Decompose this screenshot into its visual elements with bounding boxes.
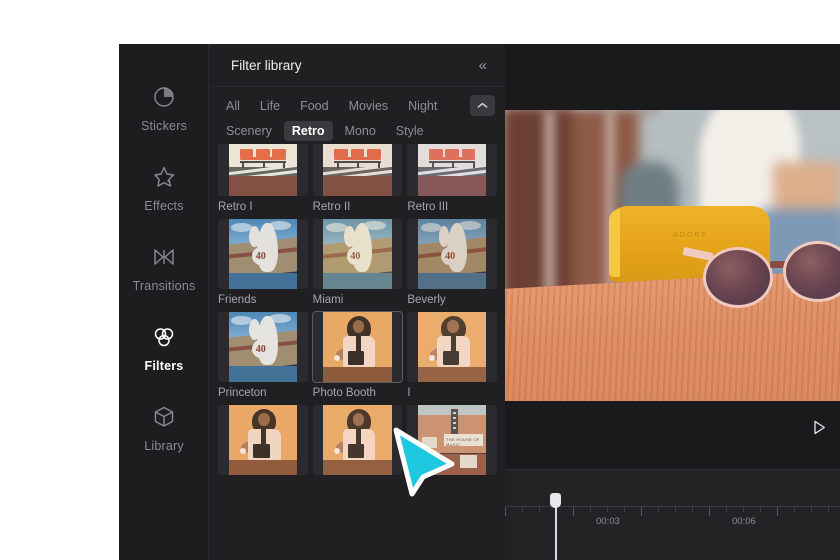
filter-item[interactable]: 40 Princeton [218, 312, 308, 399]
filter-item[interactable]: Photo Booth [311, 311, 404, 399]
filter-item[interactable]: 40 Beverly [407, 219, 497, 306]
filter-item[interactable] [218, 405, 308, 480]
filter-thumbnail[interactable]: 40 [407, 219, 497, 289]
category-tab-night[interactable]: Night [400, 96, 445, 116]
transition-bowtie-icon [151, 244, 177, 270]
page-title: Filter library [231, 57, 302, 73]
sidebar-item-library[interactable]: Library [119, 388, 209, 468]
timeline-time-label: 00:06 [732, 516, 756, 527]
filter-thumbnail[interactable] [218, 405, 308, 475]
category-tab-all[interactable]: All [218, 96, 248, 116]
sticker-icon [151, 84, 177, 110]
case-brand-text: ADORE [673, 231, 709, 239]
sidebar-item-transitions[interactable]: Transitions [119, 228, 209, 308]
filter-thumbnail[interactable] [311, 311, 404, 383]
sidebar-item-label: Effects [144, 198, 184, 213]
preview-controls [505, 403, 840, 469]
filter-grid-scroll[interactable]: Retro I Retro II Retro III 40 Friends 40 Miami… [210, 144, 505, 560]
preview-photo: ADORE [505, 110, 840, 401]
sidebar-item-effects[interactable]: Effects [119, 148, 209, 228]
category-tab-scenery[interactable]: Scenery [218, 121, 280, 141]
filter-thumbnail[interactable]: 40 [218, 312, 308, 382]
ruler-tick [760, 507, 761, 512]
double-chevron-left-icon[interactable]: « [476, 56, 488, 75]
playhead-marker-icon[interactable] [550, 493, 561, 560]
filter-thumbnail[interactable] [407, 144, 497, 196]
category-filter-tabs: All Life Food Movies Night Scenery Retro… [210, 87, 505, 152]
filter-item[interactable]: I [407, 312, 497, 399]
filter-label: Retro III [407, 201, 449, 213]
category-tab-style[interactable]: Style [388, 121, 432, 141]
filter-item[interactable]: 40 Friends [218, 219, 308, 306]
filter-thumbnail[interactable] [218, 144, 308, 196]
ruler-tick [811, 507, 812, 512]
category-tab-movies[interactable]: Movies [341, 96, 397, 116]
timeline[interactable]: 00:03 00:06 [505, 469, 840, 560]
video-preview-area: ADORE [505, 44, 840, 469]
filter-label: Retro II [312, 201, 351, 213]
filter-item[interactable] [312, 405, 403, 480]
filter-label: Princeton [218, 387, 267, 399]
play-triangle-icon[interactable] [813, 420, 826, 435]
filter-library-panel: Filter library « All Life Food Movies Ni… [210, 44, 505, 560]
sidebar-item-label: Library [144, 438, 184, 453]
sidebar-item-filters[interactable]: Filters [119, 308, 209, 388]
cube-box-icon [151, 404, 177, 430]
filter-grid: Retro I Retro II Retro III 40 Friends 40 Miami… [210, 144, 505, 480]
category-row-1: All Life Food Movies Night [218, 96, 497, 116]
ruler-tick [624, 507, 625, 512]
chevron-up-icon[interactable] [470, 95, 495, 116]
filter-thumbnail[interactable] [312, 144, 403, 196]
category-tab-food[interactable]: Food [292, 96, 337, 116]
filter-item[interactable]: Retro II [312, 144, 403, 213]
filter-item[interactable]: THE HOUSE OF MUSIC [407, 405, 497, 480]
sidebar-item-label: Transitions [132, 278, 196, 293]
filter-label: I [407, 387, 411, 399]
filter-item[interactable]: 40 Miami [312, 219, 403, 306]
filter-label: Photo Booth [312, 387, 376, 399]
sidebar-item-label: Filters [144, 358, 184, 373]
ruler-tick [692, 507, 693, 512]
filter-label: Miami [312, 294, 344, 306]
sparkle-star-icon [151, 164, 177, 190]
filter-label: Beverly [407, 294, 446, 306]
filter-label: Friends [218, 294, 257, 306]
filter-thumbnail[interactable] [407, 312, 497, 382]
filter-thumbnail[interactable] [312, 405, 403, 475]
screen: Stickers Effects Transitions Filters Lib… [0, 0, 840, 560]
filter-item[interactable]: Retro I [218, 144, 308, 213]
panel-header: Filter library « [210, 44, 505, 87]
ruler-tick [590, 507, 591, 512]
left-nav-rail: Stickers Effects Transitions Filters Lib… [119, 44, 209, 560]
ruler-tick [743, 507, 744, 512]
category-row-2: Scenery Retro Mono Style [218, 121, 497, 141]
filter-thumbnail[interactable]: 40 [312, 219, 403, 289]
sidebar-item-label: Stickers [140, 118, 188, 133]
ruler-tick [522, 507, 523, 512]
category-tab-retro[interactable]: Retro [283, 121, 333, 141]
ruler-tick [777, 507, 778, 516]
ruler-tick [607, 507, 608, 512]
ruler-tick [573, 507, 574, 516]
ruler-tick [794, 507, 795, 512]
sidebar-item-stickers[interactable]: Stickers [119, 68, 209, 148]
filter-thumbnail[interactable]: THE HOUSE OF MUSIC [407, 405, 497, 475]
ruler-tick [505, 507, 506, 516]
ruler-tick [726, 507, 727, 512]
video-preview[interactable]: ADORE [505, 110, 840, 401]
video-editor-window: Stickers Effects Transitions Filters Lib… [119, 44, 840, 560]
filter-thumbnail[interactable]: 40 [218, 219, 308, 289]
ruler-tick [539, 507, 540, 512]
ruler-tick [641, 507, 642, 516]
ruler-tick [675, 507, 676, 512]
ruler-tick [709, 507, 710, 516]
category-tab-life[interactable]: Life [252, 96, 288, 116]
ruler-tick [658, 507, 659, 512]
category-tab-mono[interactable]: Mono [337, 121, 384, 141]
timeline-time-label: 00:03 [596, 516, 620, 527]
ruler-tick [828, 507, 829, 512]
filters-circles-icon [151, 324, 177, 350]
filter-item[interactable]: Retro III [407, 144, 497, 213]
filter-label: Retro I [218, 201, 253, 213]
